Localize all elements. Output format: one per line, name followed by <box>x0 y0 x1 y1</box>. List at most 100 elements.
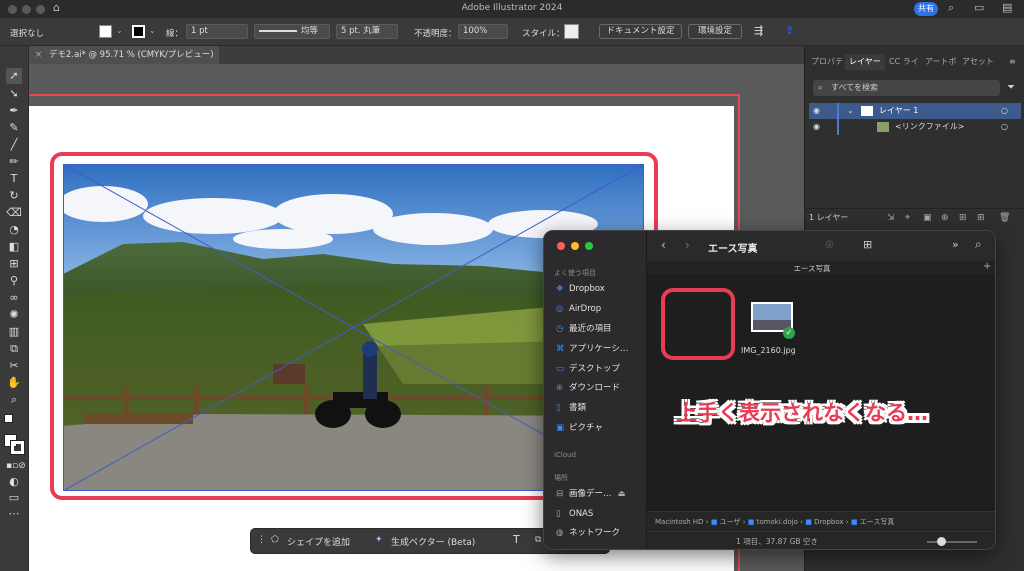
clip-icon[interactable]: ▣ <box>923 209 932 227</box>
sidebar-item-documents[interactable]: ▯ 書類 <box>556 401 586 415</box>
panel-menu-icon[interactable]: ≡ <box>1009 54 1016 70</box>
draw-mode-icon[interactable]: ◐ <box>6 474 22 490</box>
share-button[interactable]: 共有 <box>914 2 938 16</box>
zoom-tool-icon[interactable]: ⌕ <box>6 392 22 408</box>
tab-assets[interactable]: アセット <box>962 54 994 70</box>
zoom-window-button[interactable] <box>585 242 593 250</box>
generate-vector-button[interactable]: 生成ベクター (Beta) <box>391 535 475 548</box>
locate-icon[interactable]: ⌖ <box>905 209 910 227</box>
blend-tool-icon[interactable]: ∞ <box>6 290 22 306</box>
export-icon[interactable]: ⇲ <box>887 209 895 227</box>
search-icon[interactable]: ⌕ <box>948 1 954 15</box>
sidebar-item-recents[interactable]: ◷ 最近の項目 <box>556 322 612 336</box>
share-doc-icon[interactable]: ⇪ <box>785 24 794 37</box>
layer-row[interactable]: ◉ <リンクファイル> ○ <box>809 119 1021 135</box>
opacity-field[interactable]: 100% <box>458 24 508 39</box>
preferences-button[interactable]: 環境設定 <box>688 24 742 39</box>
selection-tool-icon[interactable]: ➚ <box>6 68 22 84</box>
tab-cc-libraries[interactable]: CC ライ <box>889 54 919 70</box>
more-toolbar-icon[interactable]: » <box>952 238 959 251</box>
type-tool-icon[interactable]: T <box>6 171 22 187</box>
layer-name[interactable]: <リンクファイル> <box>895 119 964 135</box>
close-window-button[interactable] <box>557 242 565 250</box>
default-colors-icon[interactable] <box>4 414 13 423</box>
document-tab[interactable]: × デモ2.ai* @ 95.71 % (CMYK/プレビュー) <box>29 46 219 64</box>
eject-icon[interactable]: ⏏ <box>618 489 626 499</box>
mesh-tool-icon[interactable]: ⊞ <box>6 256 22 272</box>
chevron-down-icon[interactable]: ⌄ <box>149 26 156 35</box>
target-icon[interactable]: ○ <box>1001 119 1008 135</box>
hand-tool-icon[interactable]: ✋ <box>6 375 22 391</box>
sublayer-icon[interactable]: ⊕ <box>941 209 949 227</box>
new-layer-icon[interactable]: ⊞ <box>977 209 985 227</box>
filter-icon[interactable]: ⏷ <box>1007 82 1015 93</box>
symbol-sprayer-icon[interactable]: ✺ <box>6 307 22 323</box>
tab-artboards[interactable]: アートボ <box>925 54 957 70</box>
finder-tab[interactable]: エース写真 <box>647 263 977 274</box>
workspace-icon[interactable]: ▤ <box>1002 1 1012 14</box>
slice-tool-icon[interactable]: ✂ <box>6 358 22 374</box>
airdrop-icon[interactable]: ◎ <box>825 239 834 250</box>
layer-search-input[interactable]: ⌕ すべてを検索 <box>813 80 1000 96</box>
slider-thumb[interactable] <box>937 537 946 546</box>
close-icon[interactable]: × <box>35 50 42 60</box>
sidebar-item-onas[interactable]: ▯ ONAS <box>556 507 593 521</box>
crop-icon[interactable]: ⧉ <box>535 535 541 545</box>
direct-selection-tool-icon[interactable]: ➘ <box>6 86 22 102</box>
finder-content[interactable]: ✓ IMG_2160.jpg <box>647 276 995 511</box>
pencil-tool-icon[interactable]: ✏ <box>6 154 22 170</box>
brush-select[interactable]: 5 pt. 丸筆 <box>336 24 398 39</box>
chevron-down-icon[interactable]: ⌄ <box>116 26 123 35</box>
sidebar-item-dropbox[interactable]: ❖ Dropbox <box>556 282 605 296</box>
visibility-eye-icon[interactable]: ◉ <box>813 119 820 135</box>
fill-swatch[interactable] <box>99 25 112 38</box>
more-options-icon[interactable]: ⋮ <box>257 535 266 545</box>
icon-size-slider[interactable] <box>927 541 977 543</box>
align-icon[interactable]: ⇶ <box>754 24 763 37</box>
sidebar-item-pictures[interactable]: ▣ ピクチャ <box>556 421 603 435</box>
sidebar-item-network[interactable]: ◍ ネットワーク <box>556 526 620 540</box>
layer-row[interactable]: ◉ ⌄ レイヤー 1 ○ <box>809 103 1021 119</box>
screen-mode-icon[interactable]: ▭ <box>6 490 22 506</box>
sidebar-item-downloads[interactable]: ⊕ ダウンロード <box>556 381 620 395</box>
visibility-eye-icon[interactable]: ◉ <box>813 103 820 119</box>
path-segment[interactable]: Macintosh HD <box>655 518 704 526</box>
rotate-tool-icon[interactable]: ↻ <box>6 188 22 204</box>
path-segment[interactable]: Dropbox <box>814 518 844 526</box>
forward-icon[interactable]: › <box>685 238 690 252</box>
arrange-icon[interactable]: ▭ <box>974 1 984 14</box>
tab-layers[interactable]: レイヤー <box>845 54 885 70</box>
target-icon[interactable]: ○ <box>1001 103 1008 119</box>
trash-icon[interactable]: 🗑 <box>999 209 1010 227</box>
eyedropper-tool-icon[interactable]: ⚲ <box>6 273 22 289</box>
shape-builder-icon[interactable]: ◔ <box>6 222 22 238</box>
minimize-window-button[interactable] <box>571 242 579 250</box>
document-setup-button[interactable]: ドキュメント設定 <box>599 24 682 39</box>
sidebar-item-applications[interactable]: ⌘ アプリケーシ… <box>556 342 628 356</box>
add-tab-icon[interactable]: + <box>983 261 991 272</box>
artboard-tool-icon[interactable]: ⧉ <box>6 341 22 357</box>
more-tools-icon[interactable]: ⋯ <box>6 506 22 522</box>
grid-view-icon[interactable]: ⊞ <box>863 238 872 251</box>
sidebar-item-image-drive[interactable]: ⊟ 画像デー… ⏏ <box>556 487 626 501</box>
gradient-tool-icon[interactable]: ◧ <box>6 239 22 255</box>
column-graph-icon[interactable]: ▥ <box>6 324 22 340</box>
type-icon[interactable]: T <box>513 533 520 546</box>
sidebar-item-airdrop[interactable]: ◎ AirDrop <box>556 302 601 316</box>
stroke-profile-select[interactable]: 均等 <box>254 24 330 39</box>
path-segment[interactable]: tomoki.dojo <box>757 518 798 526</box>
stroke-weight-field[interactable]: 1 pt <box>186 24 248 39</box>
style-swatch[interactable] <box>564 24 579 39</box>
stroke-color-icon[interactable] <box>10 440 25 455</box>
line-tool-icon[interactable]: ╱ <box>6 137 22 153</box>
chevron-down-icon[interactable]: ⌄ <box>847 103 854 119</box>
layer-name[interactable]: レイヤー 1 <box>879 103 918 119</box>
sidebar-item-desktop[interactable]: ▭ デスクトップ <box>556 362 620 376</box>
add-shape-button[interactable]: シェイプを追加 <box>287 535 350 548</box>
curvature-tool-icon[interactable]: ✎ <box>6 120 22 136</box>
stroke-swatch[interactable] <box>132 25 145 38</box>
file-name[interactable]: IMG_2160.jpg <box>741 346 796 355</box>
eraser-tool-icon[interactable]: ⌫ <box>6 205 22 221</box>
new-layer-icon[interactable]: ⊞ <box>959 209 967 227</box>
color-mode-icon[interactable]: ▪▫⊘ <box>6 458 26 474</box>
